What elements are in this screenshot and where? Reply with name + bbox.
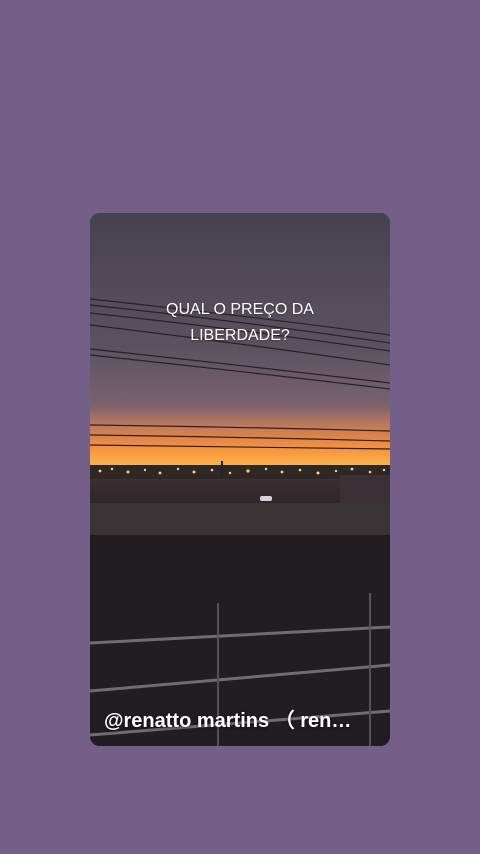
sunset-photo — [90, 213, 390, 746]
screen: QUAL O PREÇO DA LIBERDADE? @renatto mart… — [0, 0, 480, 854]
caption-line-2: LIBERDADE? — [190, 327, 290, 344]
caption-line-1: QUAL O PREÇO DA — [166, 301, 314, 318]
author-credit[interactable]: @renatto martins （ ren… — [104, 704, 382, 733]
story-card[interactable]: QUAL O PREÇO DA LIBERDADE? @renatto mart… — [90, 213, 390, 746]
story-caption: QUAL O PREÇO DA LIBERDADE? — [90, 297, 390, 349]
